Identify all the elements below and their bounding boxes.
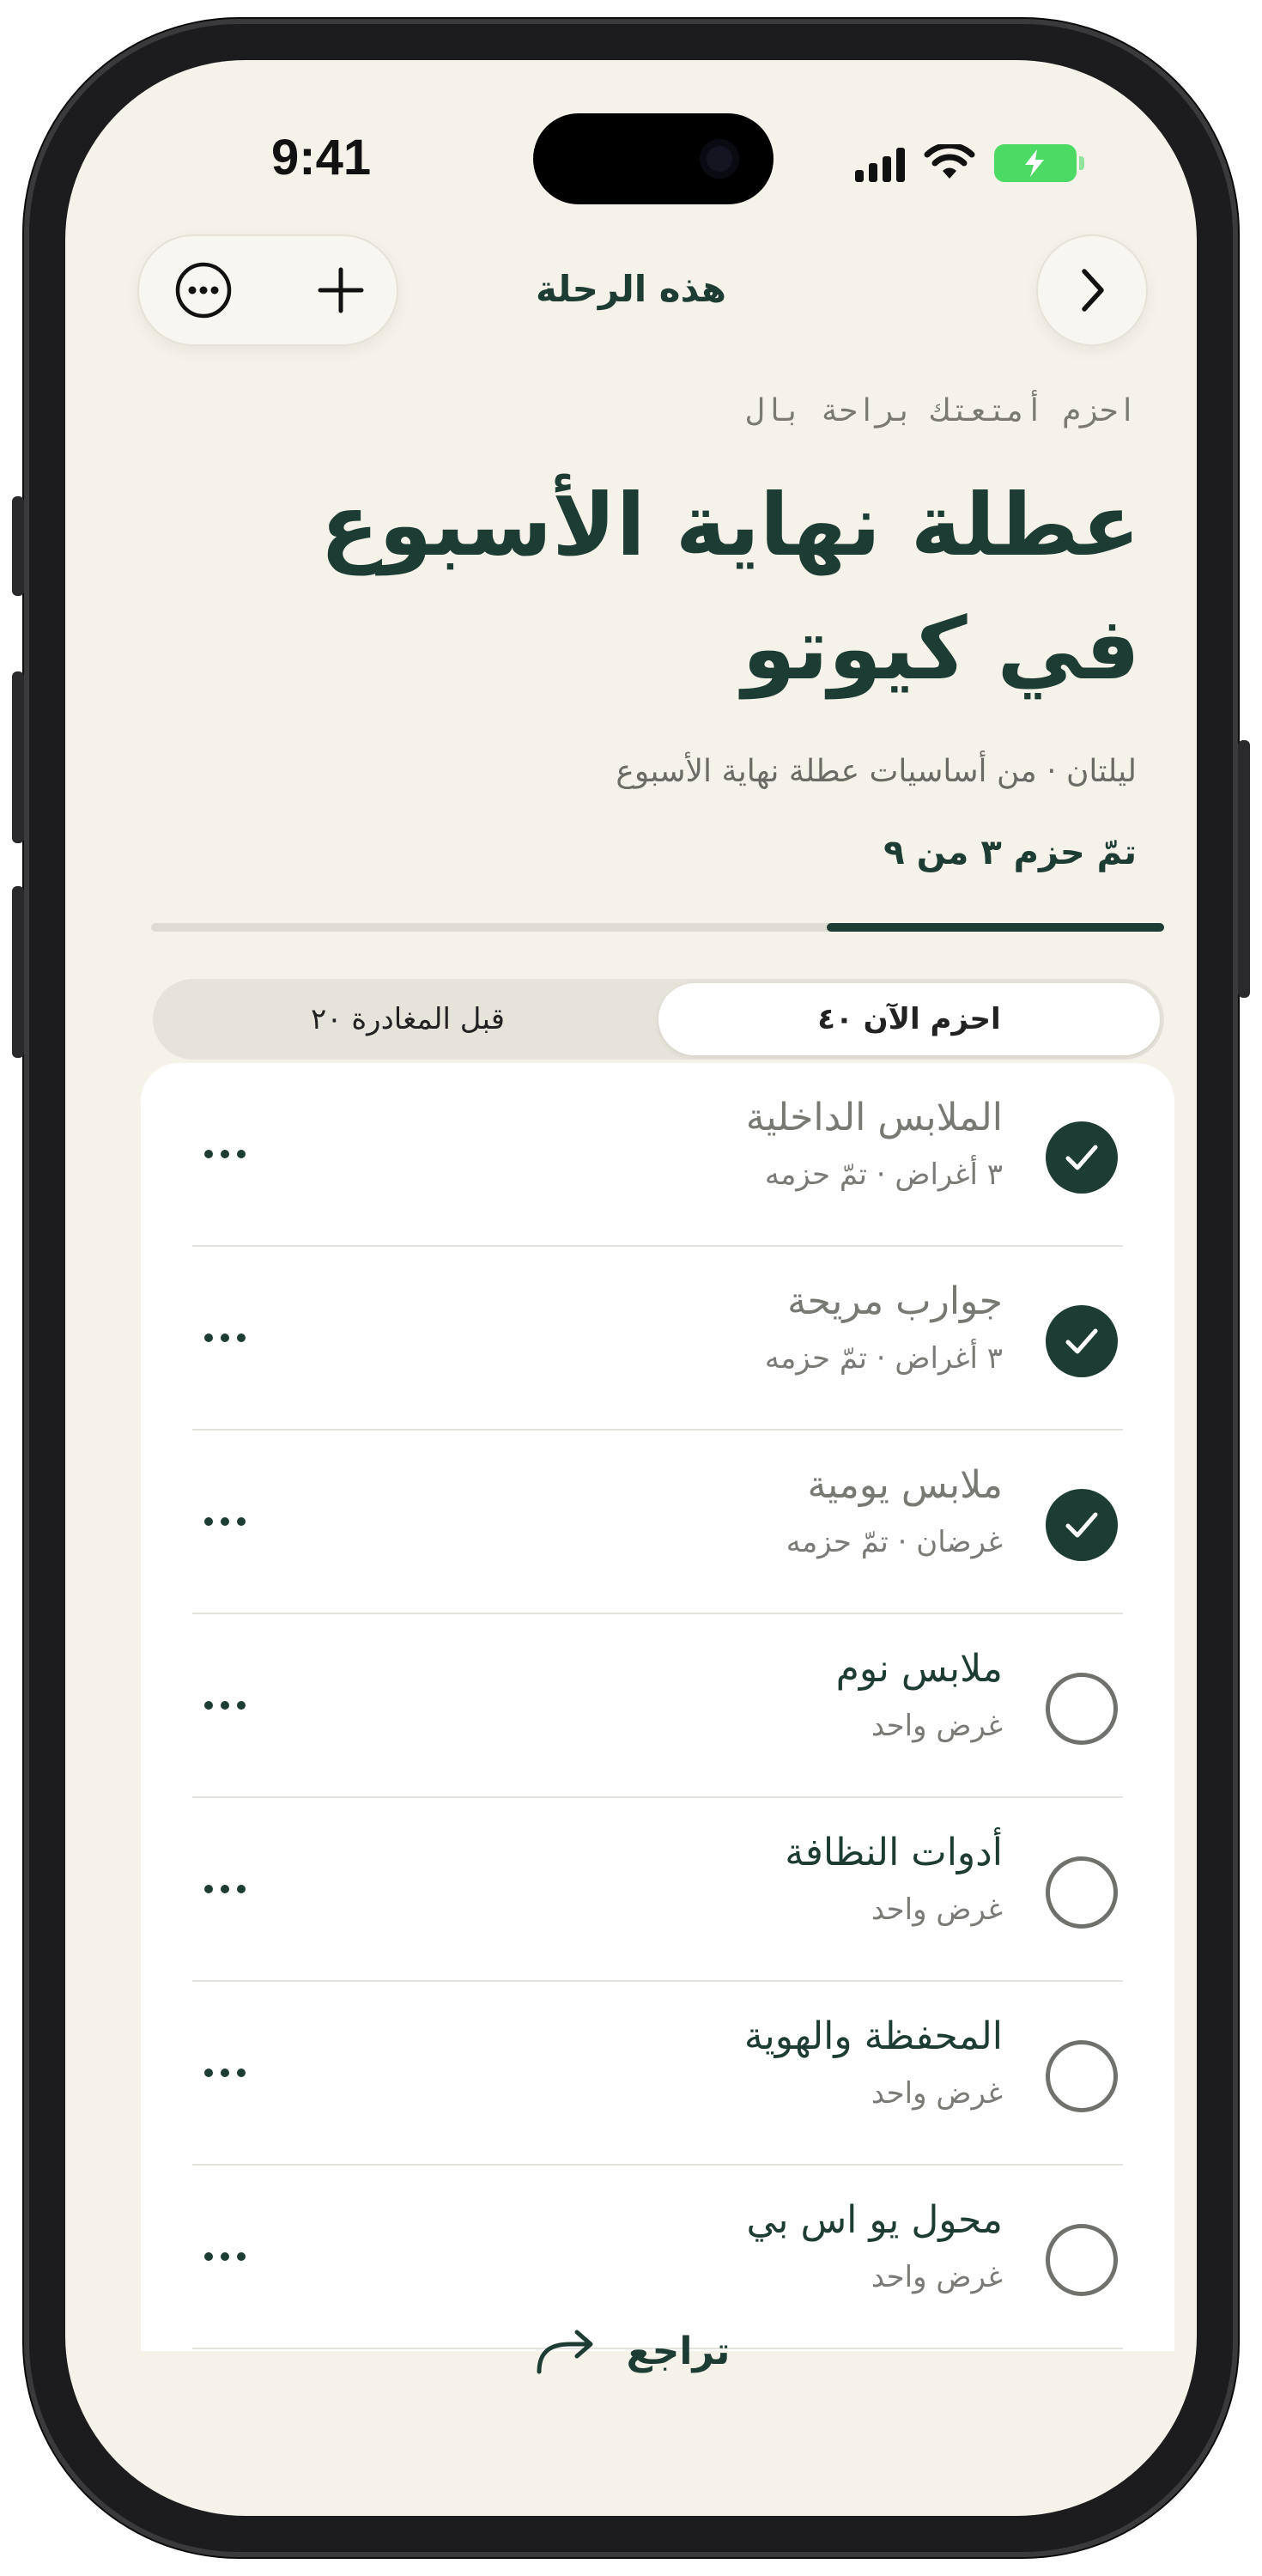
dot-icon — [221, 1517, 229, 1526]
item-meta: ٣ أغراض · تمّ حزمه — [764, 1341, 1003, 1376]
phone-frame: 9:41 هذه الرحلة احزم أمتعتك براحة بال عط… — [12, 19, 1250, 2557]
action-button — [12, 496, 24, 596]
item-meta: غرض واحد — [871, 1709, 1003, 1743]
item-meta: غرض واحد — [871, 2076, 1003, 2111]
item-more-button[interactable] — [192, 1496, 258, 1547]
unpacked-checkbox[interactable] — [1046, 1673, 1118, 1745]
progress-bar-fill — [826, 923, 1164, 932]
page-title: عطلة نهاية الأسبوع في كيوتو — [319, 475, 1140, 699]
undo-button[interactable]: تراجع — [65, 2325, 1197, 2377]
item-more-button[interactable] — [192, 1128, 258, 1180]
item-name: ملابس يومية — [807, 1463, 1003, 1507]
item-name: المحفظة والهوية — [743, 2014, 1003, 2058]
unpacked-checkbox[interactable] — [1046, 2040, 1118, 2112]
item-meta: غرض واحد — [871, 1893, 1003, 1927]
status-time: 9:41 — [271, 130, 372, 185]
dot-icon — [237, 1334, 246, 1342]
list-item[interactable]: ملابس نوم غرض واحد — [192, 1614, 1123, 1798]
dot-icon — [237, 1885, 246, 1893]
item-more-button[interactable] — [192, 2231, 258, 2282]
checkmark-icon — [1065, 1145, 1098, 1170]
dot-icon — [221, 1334, 229, 1342]
screen: 9:41 هذه الرحلة احزم أمتعتك براحة بال عط… — [65, 60, 1197, 2516]
item-meta: غرض واحد — [871, 2260, 1003, 2294]
item-meta: ٣ أغراض · تمّ حزمه — [764, 1157, 1003, 1192]
dot-icon — [237, 1701, 246, 1710]
progress-bar — [151, 923, 1164, 932]
undo-label: تراجع — [626, 2329, 731, 2373]
dot-icon — [204, 2252, 213, 2261]
nav-title: هذه الرحلة — [536, 268, 726, 310]
power-button — [1238, 740, 1250, 998]
list-item[interactable]: محول يو اس بي غرض واحد — [192, 2166, 1123, 2349]
list-item[interactable]: الملابس الداخلية ٣ أغراض · تمّ حزمه — [192, 1063, 1123, 1247]
dot-icon — [237, 2252, 246, 2261]
list-item[interactable]: جوارب مريحة ٣ أغراض · تمّ حزمه — [192, 1247, 1123, 1431]
item-meta: غرضان · تمّ حزمه — [786, 1525, 1003, 1559]
dot-icon — [237, 1517, 246, 1526]
list-item[interactable]: ملابس يومية غرضان · تمّ حزمه — [192, 1431, 1123, 1614]
list-item[interactable]: المحفظة والهوية غرض واحد — [192, 1982, 1123, 2166]
wifi-icon — [924, 144, 975, 179]
dot-icon — [221, 1150, 229, 1158]
dynamic-island — [533, 113, 774, 204]
dot-icon — [204, 1701, 213, 1710]
unpacked-checkbox[interactable] — [1046, 1856, 1118, 1929]
battery-charging-icon — [994, 144, 1084, 182]
chevron-right-icon — [1082, 269, 1104, 312]
checkmark-icon — [1065, 1328, 1098, 1354]
tab-before-leaving[interactable]: قبل المغادرة ٢٠ — [157, 983, 658, 1055]
item-more-button[interactable] — [192, 1863, 258, 1915]
dot-icon — [221, 1701, 229, 1710]
dot-icon — [237, 2069, 246, 2077]
checkmark-icon — [1065, 1512, 1098, 1538]
items-card: الملابس الداخلية ٣ أغراض · تمّ حزمه جوارب … — [141, 1063, 1174, 2351]
segmented-control: احزم الآن ٤٠ قبل المغادرة ٢٠ — [153, 979, 1164, 1060]
dot-icon — [204, 1885, 213, 1893]
dot-icon — [221, 2252, 229, 2261]
item-name: ملابس نوم — [835, 1647, 1003, 1691]
redo-arrow-icon — [537, 2330, 593, 2374]
list-item[interactable]: أدوات النظافة غرض واحد — [192, 1798, 1123, 1982]
eyebrow-text: احزم أمتعتك براحة بال — [745, 393, 1137, 428]
item-name: الملابس الداخلية — [745, 1096, 1003, 1139]
item-name: أدوات النظافة — [785, 1831, 1003, 1874]
packed-checkbox[interactable] — [1046, 1305, 1118, 1377]
camera-icon — [700, 139, 739, 179]
item-name: جوارب مريحة — [787, 1279, 1003, 1323]
volume-up-button — [12, 671, 24, 843]
dot-icon — [204, 1334, 213, 1342]
dot-icon — [237, 1150, 246, 1158]
progress-label: تمّ حزم ٣ من ٩ — [883, 833, 1137, 872]
dot-icon — [221, 1885, 229, 1893]
back-button[interactable] — [1036, 234, 1148, 346]
dot-icon — [204, 2069, 213, 2077]
item-name: محول يو اس بي — [746, 2198, 1003, 2242]
volume-down-button — [12, 886, 24, 1058]
packed-checkbox[interactable] — [1046, 1121, 1118, 1194]
item-more-button[interactable] — [192, 1312, 258, 1364]
item-more-button[interactable] — [192, 2047, 258, 2099]
dot-icon — [221, 2069, 229, 2077]
item-more-button[interactable] — [192, 1680, 258, 1731]
dot-icon — [204, 1517, 213, 1526]
dot-icon — [204, 1150, 213, 1158]
unpacked-checkbox[interactable] — [1046, 2224, 1118, 2296]
tab-pack-now[interactable]: احزم الآن ٤٠ — [658, 983, 1160, 1055]
cellular-signal-icon — [855, 148, 905, 182]
trip-subtitle: ليلتان · من أساسيات عطلة نهاية الأسبوع — [616, 754, 1137, 789]
status-icons — [855, 139, 1084, 182]
packed-checkbox[interactable] — [1046, 1489, 1118, 1561]
